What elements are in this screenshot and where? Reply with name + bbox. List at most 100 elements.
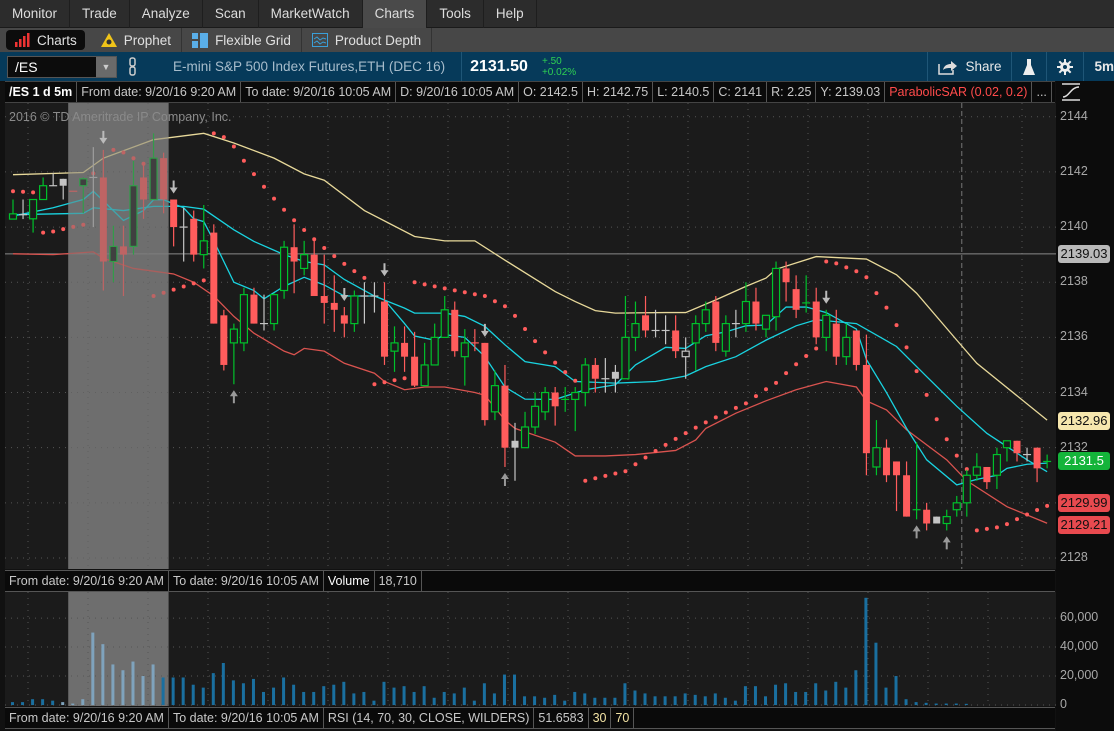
candle-body-down <box>59 178 67 186</box>
sar-dot <box>241 158 246 163</box>
subtab-prophet[interactable]: Prophet <box>91 28 183 52</box>
volume-chart[interactable] <box>5 592 1056 706</box>
candle-body-down <box>782 268 790 283</box>
symbol-input[interactable]: /ES ▼ <box>7 55 117 78</box>
more-studies-button[interactable]: ... <box>1032 82 1052 102</box>
gear-icon <box>1057 58 1074 75</box>
volume-bar <box>663 696 667 705</box>
candle-body-up <box>39 185 48 201</box>
volume-bar <box>101 644 105 705</box>
menu-monitor[interactable]: Monitor <box>0 0 71 28</box>
sar-dot <box>322 246 327 251</box>
candle-body-up <box>350 295 359 325</box>
menu-charts[interactable]: Charts <box>362 0 428 28</box>
volume-bar <box>784 683 788 705</box>
sar-dot <box>904 345 909 350</box>
candle-body-up <box>721 322 730 352</box>
rsi-header: From date: 9/20/16 9:20 AM To date: 9/20… <box>5 707 1055 729</box>
share-button[interactable]: Share <box>927 52 1011 81</box>
sar-dot <box>181 284 186 289</box>
volume-value: 18,710 <box>375 571 422 591</box>
chart-symbol-period[interactable]: /ES 1 d 5m <box>5 82 78 102</box>
candle-body-up <box>872 447 881 468</box>
volume-bar <box>553 694 557 705</box>
sar-dot <box>1004 522 1009 527</box>
menu-analyze[interactable]: Analyze <box>130 0 203 28</box>
settings-button[interactable] <box>1046 52 1083 81</box>
sar-dot <box>372 382 377 387</box>
volume-bar <box>51 700 55 705</box>
candle-body-down <box>340 315 348 324</box>
volume-bar <box>221 662 225 705</box>
candle-body-up <box>972 466 981 476</box>
price-chart[interactable] <box>5 103 1056 569</box>
candle-body-up <box>269 294 279 325</box>
sar-dot <box>342 261 347 266</box>
symbol-dropdown-button[interactable]: ▼ <box>96 56 116 77</box>
candle-body-up <box>541 391 550 413</box>
candle-body-down <box>933 516 941 524</box>
sar-dot <box>824 259 829 264</box>
volume-bar <box>181 677 185 705</box>
candle-body-up <box>761 314 771 330</box>
volume-bar <box>894 676 898 705</box>
symbol-bar: /ES ▼ E-mini S&P 500 Index Futures,ETH (… <box>0 52 1114 81</box>
menu-scan[interactable]: Scan <box>203 0 259 28</box>
percent-change: +0.02% <box>541 66 577 78</box>
timeframe-selector[interactable]: 5m <box>1083 52 1114 81</box>
style-toggle-icon[interactable] <box>1060 82 1082 102</box>
sar-dot <box>683 431 688 436</box>
volume-tick-label: 60,000 <box>1060 610 1099 625</box>
volume-bar <box>241 683 245 705</box>
sar-dot <box>844 265 849 270</box>
study-parabolic-sar[interactable]: ParabolicSAR (0.02, 0.2) <box>885 82 1033 102</box>
volume-bar <box>844 687 848 705</box>
sar-dot <box>513 313 517 318</box>
rsi-to-date: To date: 9/20/16 10:05 AM <box>169 708 324 728</box>
candle-body-down <box>320 296 328 303</box>
volume-bar <box>904 699 908 705</box>
candle-body-down <box>852 330 860 365</box>
subtab-charts[interactable]: Charts <box>6 30 85 50</box>
volume-bar <box>231 680 235 705</box>
volume-bar <box>482 683 486 705</box>
volume-bar <box>743 686 747 705</box>
sar-dot <box>312 237 317 242</box>
rsi-value: 51.6583 <box>534 708 589 728</box>
menu-tools[interactable]: Tools <box>427 0 484 28</box>
sar-dot <box>623 469 628 474</box>
volume-bar <box>31 699 35 705</box>
price-tick-label: 2136 <box>1060 329 1088 344</box>
subtab-flexible-grid[interactable]: Flexible Grid <box>182 28 302 52</box>
sar-dot <box>362 275 367 280</box>
volume-label[interactable]: Volume <box>324 571 375 591</box>
candle-body-up <box>962 474 971 504</box>
volume-bar <box>653 696 657 705</box>
menu-trade[interactable]: Trade <box>70 0 130 28</box>
volume-bar <box>944 703 948 705</box>
volume-bar <box>352 693 356 705</box>
candle-body-down <box>1033 447 1041 469</box>
candle <box>481 342 489 426</box>
rsi-upper-level: 70 <box>611 708 635 728</box>
sar-dot <box>764 387 768 392</box>
studies-button[interactable] <box>1011 52 1046 81</box>
volume-bar <box>372 700 376 705</box>
sar-dot <box>251 172 256 177</box>
main-menu-bar: Monitor Trade Analyze Scan MarketWatch C… <box>0 0 1114 28</box>
subtab-product-depth[interactable]: Product Depth <box>302 28 433 52</box>
sar-dot <box>854 269 859 274</box>
sar-dot <box>61 227 66 232</box>
menu-marketwatch[interactable]: MarketWatch <box>259 0 363 28</box>
subtab-label: Charts <box>37 32 77 48</box>
candle-body-up <box>581 364 590 394</box>
link-icon[interactable] <box>127 56 139 77</box>
candle-body-up <box>842 336 851 358</box>
sar-dot <box>221 135 226 140</box>
volume-bar <box>322 686 326 705</box>
volume-tick-label: 0 <box>1060 697 1067 711</box>
sar-dot <box>864 275 869 280</box>
menu-help[interactable]: Help <box>484 0 537 28</box>
volume-bar <box>302 691 306 705</box>
rsi-label[interactable]: RSI (14, 70, 30, CLOSE, WILDERS) <box>324 708 535 728</box>
